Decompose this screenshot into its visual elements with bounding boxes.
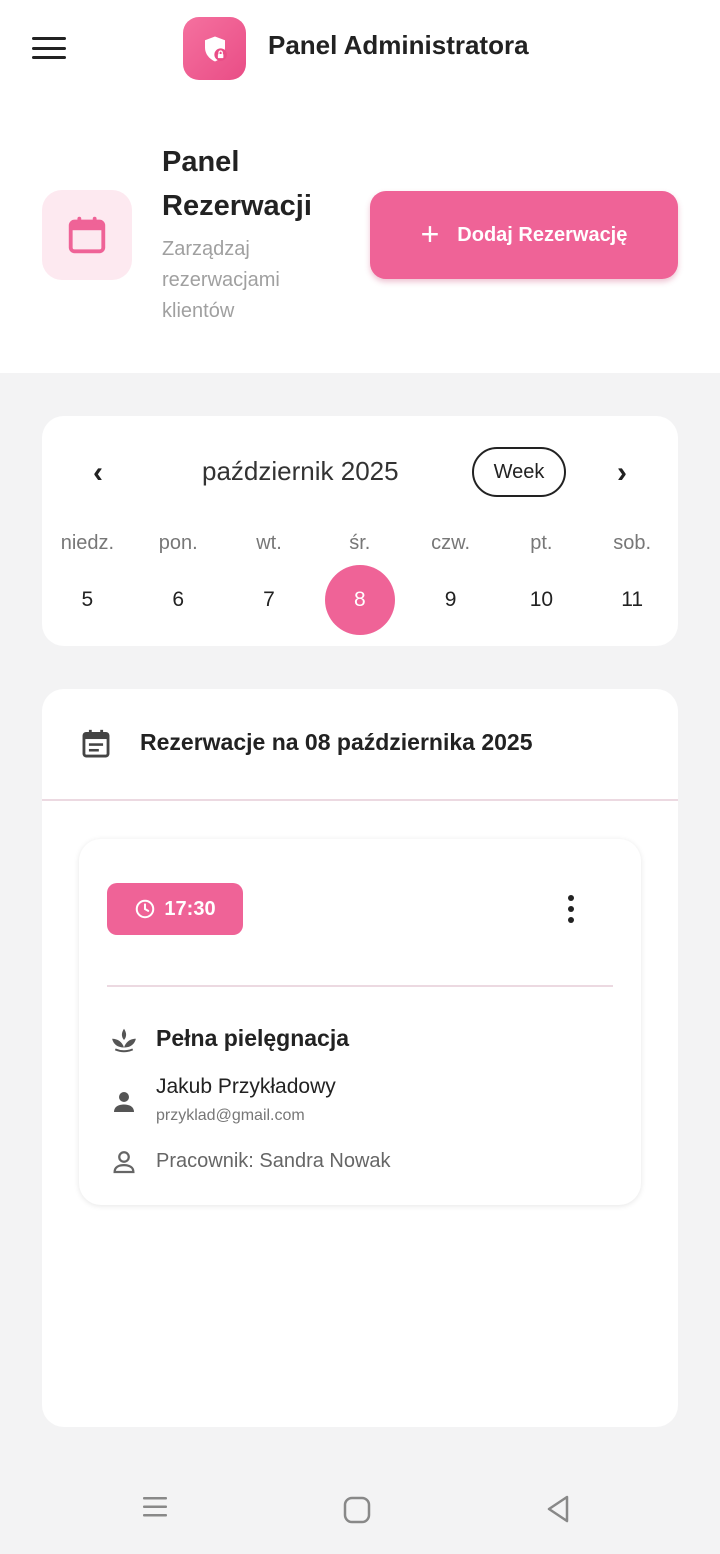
weekday-label: pon. xyxy=(158,532,198,554)
system-nav-bar xyxy=(0,1470,720,1554)
day-number: 11 xyxy=(621,588,644,611)
day-cell-selected[interactable]: 8 xyxy=(314,565,405,635)
back-icon[interactable] xyxy=(544,1494,572,1524)
worker-name: Pracownik: Sandra Nowak xyxy=(156,1150,391,1172)
add-reservation-button[interactable]: + Dodaj Rezerwację xyxy=(370,191,678,279)
plus-icon: + xyxy=(420,215,440,252)
day-cell[interactable]: 6 xyxy=(133,565,224,635)
calendar-tile xyxy=(42,190,132,280)
clock-icon xyxy=(136,899,155,919)
event-note-icon xyxy=(82,729,110,758)
weekday-header: niedz. pon. wt. śr. czw. pt. sob. xyxy=(42,532,678,555)
weekday-label: niedz. xyxy=(60,532,115,554)
weekday-label: śr. xyxy=(349,532,371,554)
day-number: 5 xyxy=(81,588,94,611)
time-badge: 17:30 xyxy=(107,883,243,935)
view-toggle-button[interactable]: Week xyxy=(472,447,566,497)
day-cell[interactable]: 5 xyxy=(42,565,133,635)
shield-lock-icon xyxy=(204,36,227,61)
app-title: Panel Administratora xyxy=(268,30,529,60)
month-label: październik 2025 xyxy=(202,456,399,486)
day-number: 10 xyxy=(529,588,554,611)
day-cell[interactable]: 9 xyxy=(405,565,496,635)
menu-icon[interactable] xyxy=(28,33,70,63)
top-app-bar: Panel Administratora xyxy=(0,0,720,100)
day-number: 6 xyxy=(172,588,185,611)
day-number: 9 xyxy=(444,588,457,611)
divider xyxy=(107,985,613,987)
week-calendar: ‹ październik 2025 Week › niedz. pon. wt… xyxy=(42,416,678,646)
weekday-label: pt. xyxy=(530,532,553,554)
chevron-left-icon[interactable]: ‹ xyxy=(83,458,113,488)
client-email: przyklad@gmail.com xyxy=(156,1107,305,1124)
chevron-right-icon[interactable]: › xyxy=(607,458,637,488)
day-number: 8 xyxy=(324,565,395,635)
page-header: Panel Rezerwacji Zarządzaj rezerwacjami … xyxy=(0,100,720,373)
reservation-card[interactable]: 17:30 Pełna pielęgnacja Jakub Przykładow… xyxy=(79,839,641,1205)
weekday-label: sob. xyxy=(613,532,652,554)
page-subtitle: Zarządzaj rezerwacjami klientów xyxy=(162,238,280,322)
day-cell[interactable]: 11 xyxy=(587,565,678,635)
person-outline-icon xyxy=(113,1151,135,1174)
weekday-label: wt. xyxy=(256,532,282,554)
page-title: Panel Rezerwacji xyxy=(162,146,312,222)
calendar-icon xyxy=(68,216,106,254)
weekday-label: czw. xyxy=(431,532,471,554)
person-icon xyxy=(114,1092,134,1112)
more-vertical-icon[interactable] xyxy=(561,891,581,927)
home-icon[interactable] xyxy=(343,1496,371,1524)
day-cell[interactable]: 7 xyxy=(224,565,315,635)
add-reservation-label: Dodaj Rezerwację xyxy=(457,223,628,246)
reservation-time: 17:30 xyxy=(164,897,216,920)
spa-icon xyxy=(112,1028,136,1053)
reservations-heading: Rezerwacje na 08 października 2025 xyxy=(140,729,533,755)
day-number: 7 xyxy=(263,588,275,611)
day-cell[interactable]: 10 xyxy=(496,565,587,635)
service-name: Pełna pielęgnacja xyxy=(156,1025,350,1051)
reservations-panel: Rezerwacje na 08 października 2025 17:30… xyxy=(42,689,678,1427)
recent-apps-icon[interactable] xyxy=(142,1494,168,1520)
admin-shield-logo xyxy=(183,17,246,80)
client-name: Jakub Przykładowy xyxy=(156,1075,336,1098)
reservations-header: Rezerwacje na 08 października 2025 xyxy=(42,689,678,801)
day-row: 5 6 7 8 9 10 11 xyxy=(42,565,678,635)
